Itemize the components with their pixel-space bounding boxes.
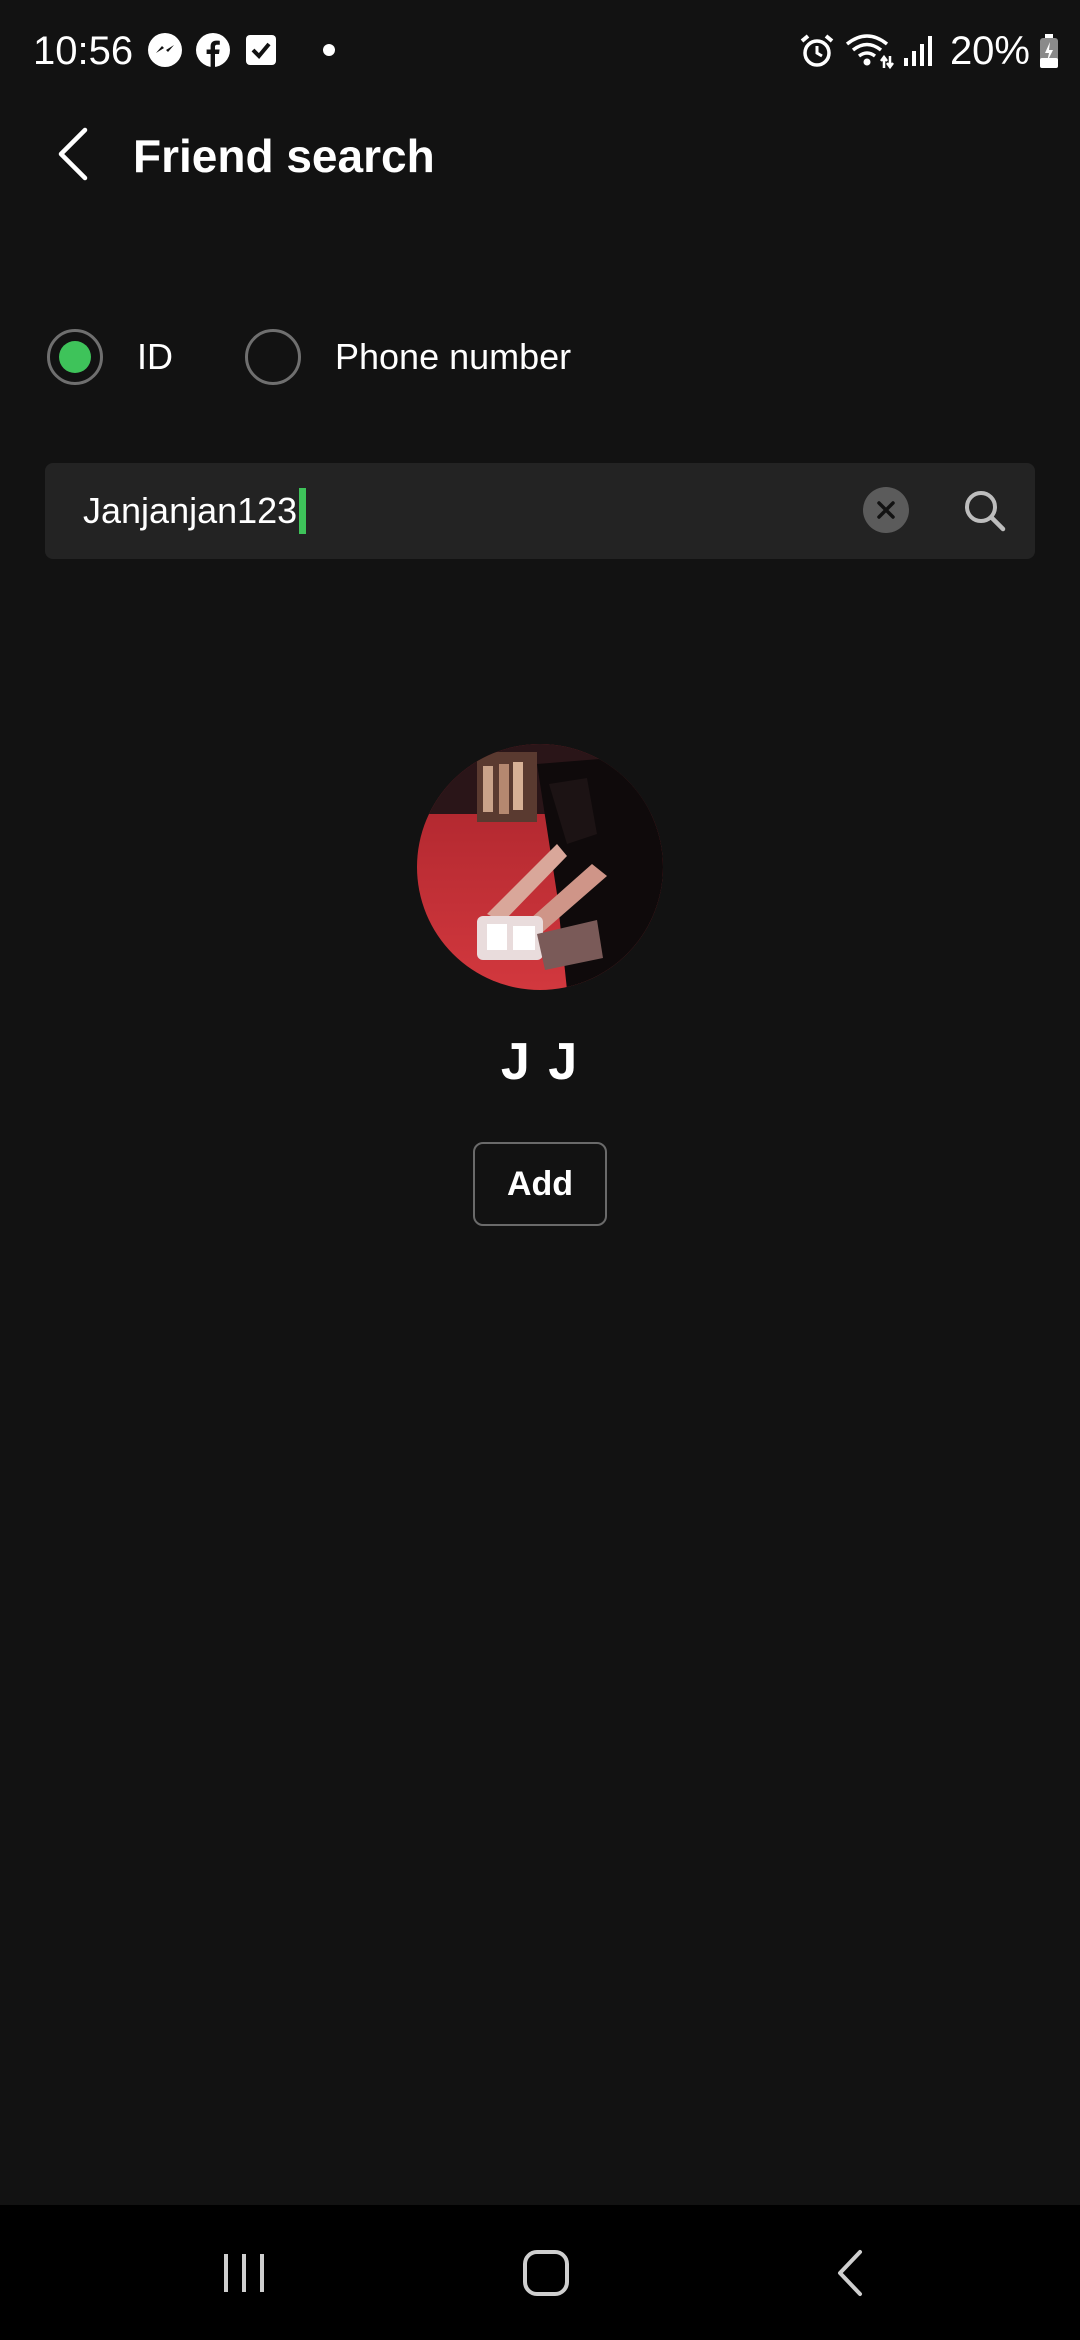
- battery-percentage: 20%: [949, 29, 1030, 73]
- status-system-icons: 20%: [798, 26, 1060, 76]
- check-box-icon: [246, 35, 276, 65]
- recents-button[interactable]: [174, 2205, 314, 2340]
- radio-button-id[interactable]: [47, 329, 103, 385]
- recents-icon: [224, 2253, 264, 2292]
- back-button[interactable]: [48, 124, 98, 184]
- signal-icon: [903, 36, 932, 66]
- search-box: Janjanjan123: [45, 463, 1035, 559]
- status-time: 10:56: [33, 29, 134, 73]
- result-name: J J: [500, 1033, 580, 1091]
- navigation-bar: [0, 2205, 1080, 2340]
- header: Friend search: [0, 110, 1080, 200]
- search-type-radio-group: ID Phone number: [47, 325, 571, 389]
- back-icon: [838, 2249, 862, 2296]
- search-input-value: Janjanjan123: [83, 490, 298, 531]
- alarm-icon: [800, 34, 834, 67]
- system-back-button[interactable]: [780, 2205, 920, 2340]
- page-title: Friend search: [133, 130, 435, 182]
- facebook-icon: [196, 33, 230, 67]
- home-button[interactable]: [476, 2205, 616, 2340]
- text-cursor: [299, 488, 307, 534]
- messenger-icon: [148, 33, 182, 67]
- wifi-icon: [845, 34, 894, 70]
- radio-option-phone-number[interactable]: Phone number: [245, 329, 571, 385]
- search-icon: [965, 491, 1006, 532]
- battery-charging-icon: [1040, 34, 1058, 68]
- radio-label-phone-number: Phone number: [335, 336, 572, 377]
- home-icon: [523, 2249, 569, 2296]
- search-input[interactable]: Janjanjan123: [83, 463, 307, 559]
- radio-button-phone-number[interactable]: [245, 329, 301, 385]
- add-friend-button[interactable]: Add: [473, 1142, 607, 1226]
- notification-dot-icon: [323, 44, 335, 56]
- avatar[interactable]: [417, 744, 663, 990]
- chevron-left-icon: [58, 127, 88, 181]
- clear-icon: [877, 501, 895, 519]
- radio-label-id: ID: [137, 336, 173, 377]
- status-notification-icons: [147, 32, 335, 68]
- status-bar: 10:56 20%: [0, 0, 1080, 100]
- search-button[interactable]: [957, 483, 1013, 539]
- profile-photo: [417, 744, 663, 990]
- clear-button[interactable]: [863, 487, 909, 533]
- radio-option-id[interactable]: ID: [47, 329, 173, 385]
